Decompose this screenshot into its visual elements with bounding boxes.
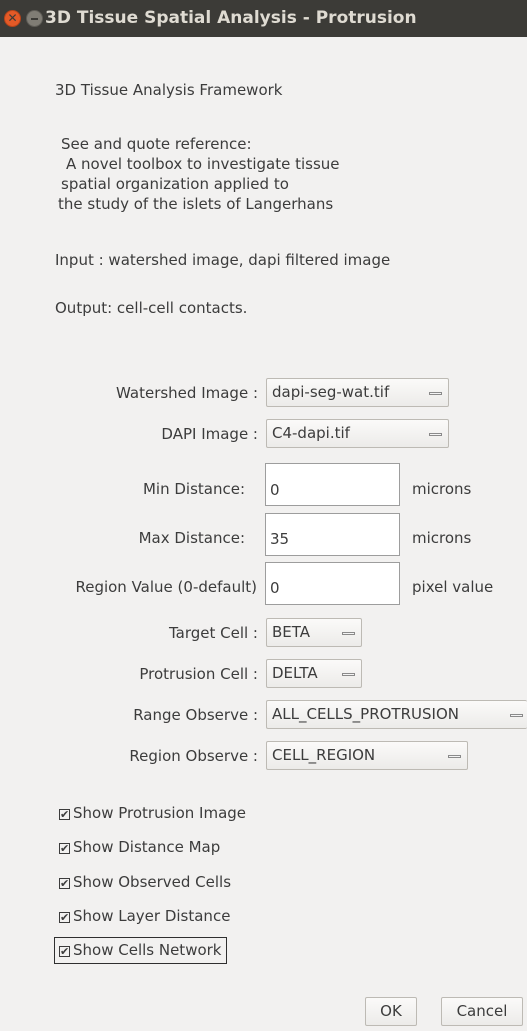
target-cell-value: BETA [272,623,311,641]
protrusion-cell-label: Protrusion Cell : [139,665,258,683]
close-icon: ✕ [7,11,18,25]
protrusion-cell-select[interactable]: DELTA [266,659,362,688]
title-bar: ✕ 3D Tissue Spatial Analysis - Protrusio… [0,0,527,37]
show-cells-network-checkbox[interactable]: ✔ Show Cells Network [54,937,227,964]
dropdown-arrow-icon [342,673,355,676]
checkbox-checked-icon: ✔ [59,877,70,890]
checkbox-label: Show Observed Cells [73,873,232,891]
show-observed-cells-checkbox[interactable]: ✔ Show Observed Cells [59,873,231,891]
dropdown-arrow-icon [342,632,355,635]
dapi-image-select[interactable]: C4-dapi.tif [266,419,449,448]
region-observe-select[interactable]: CELL_REGION [266,741,468,770]
show-layer-distance-checkbox[interactable]: ✔ Show Layer Distance [59,907,230,925]
checkbox-label: Show Layer Distance [73,907,231,925]
region-observe-value: CELL_REGION [272,746,376,764]
target-cell-select[interactable]: BETA [266,618,362,647]
dropdown-arrow-icon [429,392,442,395]
max-distance-unit: microns [412,529,472,547]
show-distance-map-checkbox[interactable]: ✔ Show Distance Map [59,838,220,856]
region-observe-label: Region Observe : [129,747,258,765]
close-button[interactable]: ✕ [4,10,21,27]
dropdown-arrow-icon [510,714,523,717]
region-value-field[interactable]: 0 [265,562,400,605]
min-distance-field[interactable]: 0 [265,463,400,506]
show-protrusion-image-checkbox[interactable]: ✔ Show Protrusion Image [59,804,246,822]
range-observe-value: ALL_CELLS_PROTRUSION [272,705,459,723]
checkbox-checked-icon: ✔ [59,808,70,821]
max-distance-label: Max Distance: [138,529,245,547]
output-description: Output: cell-cell contacts. [55,299,248,317]
region-value-unit: pixel value [412,578,494,596]
reference-line-4: the study of the islets of Langerhans [58,195,334,213]
dropdown-arrow-icon [429,433,442,436]
cancel-button[interactable]: Cancel [441,997,523,1026]
dapi-image-label: DAPI Image : [161,425,258,443]
min-distance-label: Min Distance: [142,480,245,498]
framework-title: 3D Tissue Analysis Framework [55,81,283,99]
checkbox-checked-icon: ✔ [59,945,70,958]
reference-line-1: See and quote reference: [61,135,252,153]
checkbox-label: Show Distance Map [73,838,221,856]
target-cell-label: Target Cell : [168,624,258,642]
dropdown-arrow-icon [448,755,461,758]
max-distance-field[interactable]: 35 [265,513,400,556]
protrusion-cell-value: DELTA [272,664,318,682]
checkbox-checked-icon: ✔ [59,842,70,855]
checkbox-label: Show Cells Network [73,941,222,959]
watershed-image-select[interactable]: dapi-seg-wat.tif [266,378,449,407]
range-observe-label: Range Observe : [133,706,258,724]
region-value-label: Region Value (0-default) [75,578,257,596]
window-title: 3D Tissue Spatial Analysis - Protrusion [45,8,417,28]
dapi-image-value: C4-dapi.tif [272,424,350,442]
minimize-button[interactable] [26,10,43,27]
checkbox-label: Show Protrusion Image [73,804,247,822]
min-distance-unit: microns [412,480,472,498]
reference-line-2: A novel toolbox to investigate tissue [66,155,340,173]
input-description: Input : watershed image, dapi filtered i… [55,251,391,269]
checkbox-checked-icon: ✔ [59,911,70,924]
watershed-image-label: Watershed Image : [116,384,258,402]
reference-line-3: spatial organization applied to [61,175,289,193]
range-observe-select[interactable]: ALL_CELLS_PROTRUSION [266,700,527,729]
ok-button[interactable]: OK [365,997,417,1026]
watershed-image-value: dapi-seg-wat.tif [272,383,390,401]
